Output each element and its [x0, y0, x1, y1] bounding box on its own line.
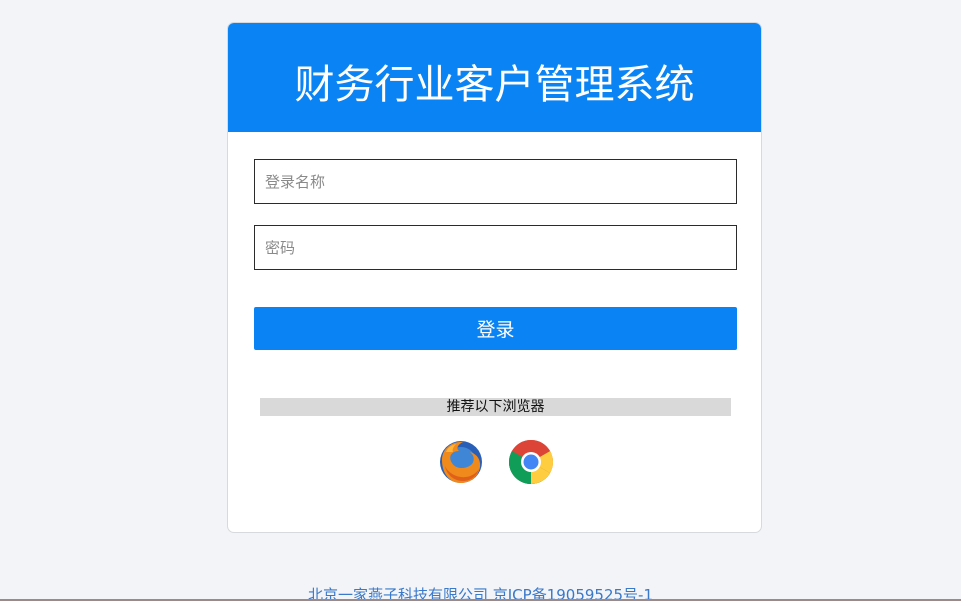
login-button[interactable]: 登录	[254, 307, 737, 350]
firefox-icon[interactable]	[437, 438, 485, 486]
login-card: 财务行业客户管理系统 登录 推荐以下浏览器	[227, 22, 762, 533]
password-input[interactable]	[254, 225, 737, 270]
login-page: 财务行业客户管理系统 登录 推荐以下浏览器	[0, 0, 961, 601]
username-input[interactable]	[254, 159, 737, 204]
chrome-icon[interactable]	[507, 438, 555, 486]
browser-icons	[228, 438, 761, 486]
browser-recommendation: 推荐以下浏览器	[260, 398, 731, 416]
page-title: 财务行业客户管理系统	[294, 61, 695, 108]
card-header: 财务行业客户管理系统	[228, 23, 761, 132]
